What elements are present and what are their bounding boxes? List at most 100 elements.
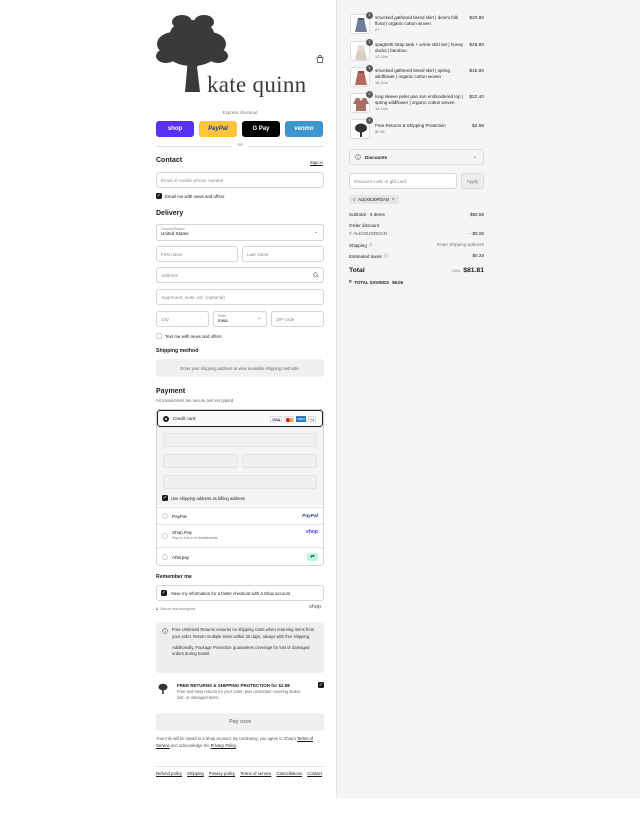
brand-tree-icon bbox=[158, 683, 168, 694]
save-info-label: Save my information for a faster checkou… bbox=[171, 590, 291, 596]
taxes-row: Estimated taxes ⓘ $0.28 bbox=[349, 253, 484, 259]
cart-item-price: $20.80 bbox=[469, 16, 484, 21]
secure-encrypted-label: Secure and encrypted bbox=[160, 606, 196, 611]
protection-info-box: Free Unlimited Returns ensures no shippi… bbox=[156, 622, 324, 673]
text-news-label: Text me with news and offers bbox=[165, 333, 222, 339]
cart-item-variant: 18-24m bbox=[375, 81, 388, 85]
payment-heading: Payment bbox=[156, 388, 186, 395]
save-info-checkbox[interactable]: ✓ bbox=[161, 590, 167, 596]
afterpay-option[interactable]: Afterpay ⇄ bbox=[157, 547, 323, 565]
shipping-method-notice: Enter your shipping address to view avai… bbox=[156, 359, 324, 377]
shipping-value: Enter shipping address bbox=[437, 242, 484, 247]
subtotal-label: Subtotal · 5 items bbox=[349, 212, 385, 217]
express-checkout-label: Express checkout bbox=[222, 110, 258, 115]
apply-discount-button[interactable]: Apply bbox=[461, 173, 484, 189]
address-field[interactable]: Address bbox=[156, 267, 324, 283]
cart-item-variant: 2T bbox=[375, 28, 380, 32]
protection-checkbox[interactable]: ✓ bbox=[318, 682, 324, 688]
paypal-logo-icon: PayPal bbox=[302, 513, 318, 519]
privacy-policy-link[interactable]: Privacy policy bbox=[209, 770, 235, 779]
credit-card-form: ✓ Use shipping address as billing addres… bbox=[157, 427, 323, 505]
paypal-radio[interactable] bbox=[162, 513, 168, 519]
shop-privacy-link[interactable]: Privacy Policy bbox=[211, 743, 236, 748]
total-savings-value: $9.05 bbox=[392, 279, 404, 285]
remove-discount-icon[interactable]: × bbox=[392, 197, 395, 203]
city-field[interactable]: City bbox=[156, 311, 209, 327]
shipping-row: Shipping ⓘ Enter shipping address bbox=[349, 242, 484, 248]
order-summary-panel bbox=[336, 0, 640, 798]
name-on-card-field[interactable] bbox=[163, 475, 317, 489]
info-icon bbox=[162, 628, 168, 634]
shop-pay-express-button[interactable]: shop bbox=[156, 121, 194, 137]
tag-icon: ⌑ bbox=[353, 197, 356, 202]
first-name-field[interactable]: First name bbox=[156, 246, 238, 262]
apartment-field[interactable]: Apartment, suite, etc. (optional) bbox=[156, 289, 324, 305]
subtotal-value: $90.58 bbox=[469, 212, 484, 217]
cart-item-variant: 18-24m bbox=[375, 107, 388, 111]
credit-card-radio[interactable] bbox=[163, 415, 169, 422]
billing-same-checkbox[interactable]: ✓ bbox=[162, 495, 168, 501]
email-field[interactable]: Email or mobile phone number bbox=[156, 172, 324, 188]
expiration-field[interactable] bbox=[163, 454, 238, 468]
divider bbox=[248, 146, 324, 147]
brand-wordmark: kate quinn bbox=[207, 72, 307, 97]
zip-field[interactable]: ZIP code bbox=[271, 311, 324, 327]
card-number-field[interactable] bbox=[163, 433, 317, 447]
quantity-badge: 1 bbox=[366, 65, 373, 72]
security-code-field[interactable] bbox=[242, 454, 317, 468]
shop-pay-radio[interactable] bbox=[162, 533, 168, 539]
quantity-badge: 1 bbox=[366, 117, 373, 124]
venmo-express-button[interactable]: venmo bbox=[285, 121, 323, 137]
paypal-label: PayPal bbox=[172, 513, 187, 519]
shop-pay-option[interactable]: Shop Pay Pay in full or in installments … bbox=[157, 524, 323, 547]
contact-link[interactable]: Contact bbox=[307, 770, 322, 779]
last-name-field[interactable]: Last name bbox=[242, 246, 324, 262]
order-discount-row: Order discount bbox=[349, 223, 484, 228]
info-icon bbox=[355, 154, 361, 160]
terms-of-service-link[interactable]: Terms of service bbox=[240, 770, 271, 779]
shipping-label: Shipping bbox=[349, 242, 367, 248]
visa-icon: VISA bbox=[270, 415, 283, 422]
payment-secure-text: All transactions are secure and encrypte… bbox=[156, 398, 235, 403]
footer-divider bbox=[156, 766, 324, 767]
shopping-bag-icon[interactable] bbox=[316, 55, 324, 63]
subtotal-row: Subtotal · 5 items $90.58 bbox=[349, 212, 484, 217]
cart-item-variant: $2.98 bbox=[375, 130, 385, 134]
taxes-value: $0.28 bbox=[472, 253, 485, 258]
amex-icon: AMEX bbox=[296, 415, 307, 422]
afterpay-radio[interactable] bbox=[162, 554, 168, 560]
chevron-down-icon: ⌄ bbox=[472, 154, 477, 160]
email-news-label: Email me with news and offers bbox=[165, 193, 225, 199]
cancellations-link[interactable]: Cancellations bbox=[276, 770, 302, 779]
discount-code-row: ⌑ ALEXBJORDAN - $9.05 bbox=[349, 231, 484, 237]
protection-description: Free and easy returns for your order, pl… bbox=[177, 689, 302, 700]
sign-in-link[interactable]: Sign in bbox=[310, 160, 323, 165]
paypal-express-button[interactable]: PayPal bbox=[199, 121, 237, 137]
cart-item-name: smocked gathered tiered skirt | spring w… bbox=[375, 68, 450, 79]
cart-item-price: $15.60 bbox=[469, 69, 484, 74]
google-pay-express-button[interactable]: G Pay bbox=[242, 121, 280, 137]
discount-code-field[interactable]: Discount code or gift card bbox=[349, 173, 457, 189]
or-divider-label: OR bbox=[237, 143, 243, 147]
discounts-toggle[interactable]: Discounts ⌄ bbox=[349, 149, 484, 165]
protection-info-text-2: Additionally, Package Protection guarant… bbox=[172, 644, 310, 657]
country-select[interactable]: Country/Region United States bbox=[156, 224, 324, 241]
more-cards-badge: +4 bbox=[308, 415, 316, 422]
cart-item-name: Free Returns & Shipping Protection bbox=[375, 123, 446, 128]
text-news-checkbox[interactable] bbox=[156, 333, 162, 339]
email-news-checkbox[interactable]: ✓ bbox=[156, 193, 162, 199]
shipping-policy-link[interactable]: Shipping bbox=[187, 770, 204, 779]
total-savings-label: TOTAL SAVINGS bbox=[354, 279, 390, 285]
taxes-label: Estimated taxes bbox=[349, 253, 382, 259]
refund-policy-link[interactable]: Refund policy bbox=[156, 770, 182, 779]
applied-discount-tag: ⌑ ALEXBJORDAN × bbox=[349, 195, 399, 204]
paypal-option[interactable]: PayPal PayPal bbox=[157, 507, 323, 524]
shop-logo-icon: shop bbox=[309, 604, 322, 610]
help-icon[interactable]: ⓘ bbox=[384, 253, 388, 259]
save-info-option[interactable]: ✓ Save my information for a faster check… bbox=[156, 585, 324, 601]
total-label: Total bbox=[349, 267, 365, 274]
help-icon[interactable]: ⓘ bbox=[369, 242, 373, 248]
credit-card-option[interactable]: Credit card VISA AMEX +4 bbox=[157, 410, 323, 427]
mastercard-icon bbox=[284, 415, 295, 422]
pay-now-button[interactable]: Pay now bbox=[156, 713, 324, 731]
